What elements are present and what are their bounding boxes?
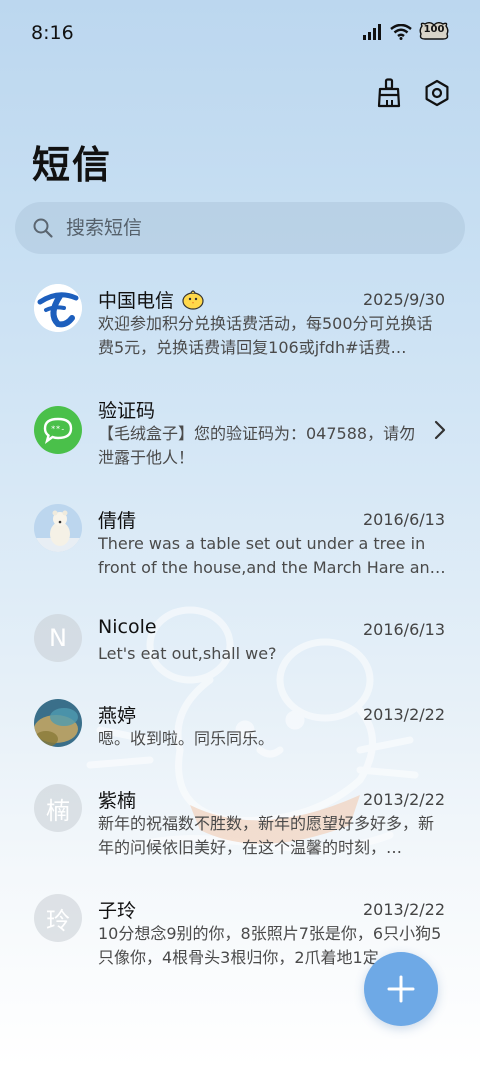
message-date: 2016/6/13 — [362, 510, 445, 529]
gear-icon — [425, 79, 449, 107]
conversation-item[interactable]: 中国电信 2025/9/30 欢迎参加积分兑换话费活动，每500分可兑换话费5元… — [0, 270, 480, 370]
top-actions — [374, 78, 452, 108]
chevron-right-icon — [434, 420, 446, 440]
contact-avatar: 楠 — [34, 784, 82, 832]
contact-name: 子玲 — [98, 900, 137, 922]
message-preview: 欢迎参加积分兑换话费活动，每500分可兑换话费5元，兑换话费请回复106或jfd… — [98, 314, 433, 357]
contact-name: Nicole — [98, 616, 157, 638]
battery-icon: 100 — [418, 22, 450, 42]
chick-emoji-icon — [182, 290, 204, 310]
settings-button[interactable] — [422, 78, 452, 108]
clean-button[interactable] — [374, 78, 404, 108]
search-bar[interactable] — [15, 202, 465, 254]
conversation-item[interactable]: **- 验证码 【毛绒盒子】您的验证码为：047588，请勿泄露于他人！ — [0, 380, 480, 480]
message-preview: 新年的祝福数不胜数，新年的愿望好多好多，新年的问候依旧美好，在这个温馨的时刻，… — [98, 814, 435, 857]
contact-name: 燕婷 — [98, 705, 137, 727]
message-date: 2013/2/22 — [362, 790, 445, 809]
contact-avatar: N — [34, 614, 82, 662]
contact-name: 倩倩 — [98, 510, 137, 532]
message-date: 2013/2/22 — [362, 900, 445, 919]
contact-name: 中国电信 — [98, 286, 206, 313]
contact-name: 验证码 — [98, 400, 156, 422]
conversation-item[interactable]: 倩倩 2016/6/13 There was a table set out u… — [0, 490, 480, 590]
plus-icon — [387, 975, 415, 1003]
status-icons: 100 — [362, 22, 450, 42]
ocean-photo — [34, 699, 82, 747]
search-input[interactable] — [64, 216, 428, 240]
contact-avatar: 玲 — [34, 894, 82, 942]
status-time: 8:16 — [31, 22, 74, 44]
message-preview: 嗯。收到啦。同乐同乐。 — [98, 729, 275, 748]
signal-icon — [363, 24, 381, 40]
conversation-item[interactable]: 楠 紫楠 2013/2/22 新年的祝福数不胜数，新年的愿望好多好多，新年的问候… — [0, 770, 480, 870]
new-message-button[interactable] — [364, 952, 438, 1026]
page-title: 短信 — [32, 143, 113, 187]
search-icon — [33, 218, 53, 238]
status-bar: 8:16 100 — [0, 0, 480, 66]
message-preview: Let's eat out,shall we? — [98, 644, 277, 663]
chat-bubble-icon: **- — [34, 406, 82, 454]
message-preview: 【毛绒盒子】您的验证码为：047588，请勿泄露于他人！ — [98, 424, 416, 467]
polar-bear-photo — [34, 504, 82, 552]
message-date: 2013/2/22 — [362, 705, 445, 724]
svg-text:**-: **- — [51, 425, 65, 434]
china-telecom-logo — [34, 284, 82, 332]
wifi-icon — [390, 24, 412, 40]
message-preview: There was a table set out under a tree i… — [98, 534, 446, 577]
message-date: 2016/6/13 — [362, 620, 445, 639]
battery-level: 100 — [423, 24, 445, 35]
message-date: 2025/9/30 — [362, 290, 445, 309]
contact-name: 紫楠 — [98, 790, 137, 812]
broom-icon — [377, 78, 401, 108]
